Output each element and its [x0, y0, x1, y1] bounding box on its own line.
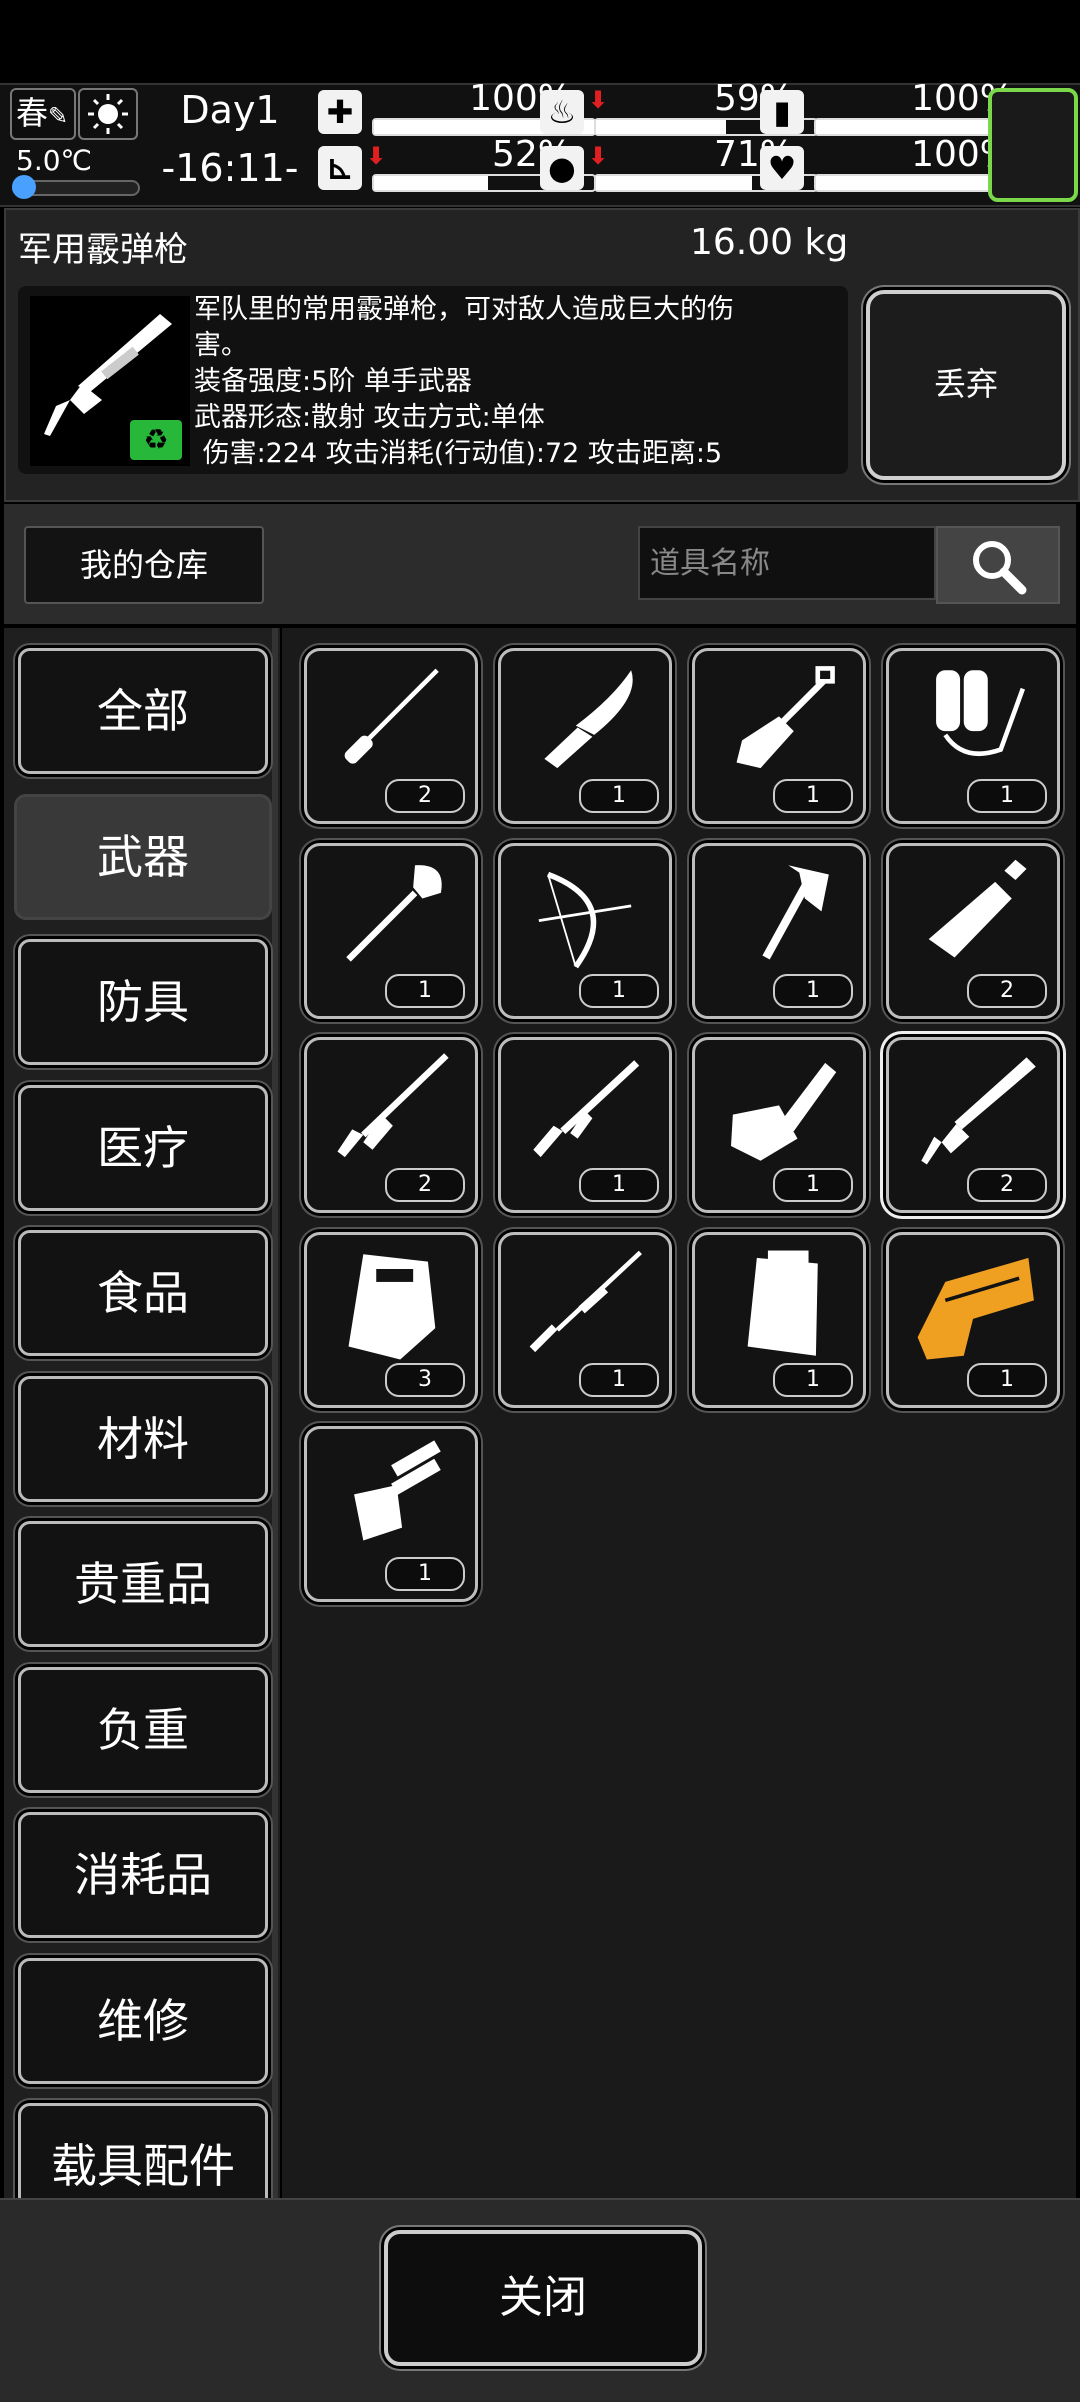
temperature-readout: 5.0℃ [16, 144, 92, 177]
item-count-badge: 1 [385, 973, 465, 1008]
item-count-badge: 1 [579, 973, 659, 1008]
item-damage-line: 伤害:224 攻击消耗(行动值):72 攻击距离:5 [194, 438, 723, 469]
category-tab[interactable]: 防具 [18, 939, 268, 1065]
shovel-icon [736, 666, 835, 769]
stomach-icon: ♨ [540, 90, 584, 134]
inventory-slot[interactable]: 1 [886, 1231, 1060, 1408]
category-tab[interactable]: 武器 [14, 793, 272, 920]
item-weapon-form-line: 武器形态:散射 攻击方式:单体 [194, 402, 545, 433]
inventory-slot[interactable]: 1 [692, 1037, 866, 1213]
item-count-badge: 1 [967, 1362, 1047, 1397]
inventory-slot[interactable]: 2 [304, 648, 478, 824]
riot-shield-icon [348, 1253, 436, 1359]
category-tab[interactable]: 维修 [18, 1957, 268, 2084]
compound-bow-icon [538, 871, 632, 968]
category-tab[interactable]: 全部 [18, 648, 268, 774]
item-count-badge: 1 [773, 1362, 853, 1397]
long-shovel-icon [346, 864, 442, 962]
item-count-badge: 2 [385, 1168, 465, 1202]
item-count-badge: 1 [579, 1362, 659, 1397]
search-button[interactable] [936, 526, 1060, 604]
shotgun-icon [921, 1057, 1036, 1165]
chainsaw-icon [731, 1062, 837, 1161]
item-count-badge: 2 [967, 1168, 1047, 1202]
inventory-slot[interactable]: 1 [498, 648, 672, 824]
search-icon [973, 541, 1027, 595]
rifle-icon [533, 1060, 640, 1158]
item-grade-line: 装备强度:5阶 单手武器 [194, 366, 472, 397]
water-drop-icon: ● [540, 146, 584, 190]
inventory-slot[interactable]: 1 [498, 842, 672, 1019]
category-tab[interactable]: 食品 [18, 1230, 268, 1356]
minigun-icon [354, 1440, 441, 1541]
medkit-icon: ✚ [318, 90, 362, 134]
item-description-line: 军队里的常用霰弹枪，可对敌人造成巨大的伤 [194, 294, 734, 325]
boot-icon: ⊾ [318, 146, 362, 190]
stat-value: 100% [911, 134, 1014, 175]
sun-icon [78, 88, 138, 140]
bayonet-icon [344, 668, 439, 764]
item-weight: 16.00 kg [690, 222, 849, 263]
category-tab[interactable]: 消耗品 [18, 1812, 268, 1938]
sword-icon [928, 859, 1027, 958]
season-badge: 春✎ [10, 88, 76, 140]
assault-rifle-icon [337, 1053, 449, 1158]
stat-bar-fill [596, 176, 753, 190]
item-count-badge: 1 [579, 1168, 659, 1202]
flamethrower-icon [936, 670, 1026, 757]
category-tab[interactable]: 医疗 [18, 1084, 268, 1211]
recycle-icon: ♻ [130, 420, 182, 460]
item-count-badge: 2 [967, 973, 1047, 1008]
discard-button[interactable]: 丢弃 [866, 290, 1066, 480]
close-button[interactable]: 关闭 [384, 2230, 702, 2366]
category-tab[interactable]: 材料 [18, 1375, 268, 1502]
item-count-badge: 1 [773, 973, 853, 1008]
feather-icon: ✎ [48, 102, 69, 130]
heart-icon: ♥ [760, 146, 804, 190]
inventory-slot[interactable]: 1 [304, 842, 478, 1019]
golden-gun-icon [917, 1257, 1034, 1359]
category-tab[interactable]: 负重 [18, 1666, 268, 1793]
item-count-badge: 3 [385, 1362, 465, 1397]
inventory-slot[interactable]: 1 [304, 1426, 478, 1602]
inventory-slot[interactable]: 1 [498, 1231, 672, 1408]
inventory-slot[interactable]: 1 [498, 1037, 672, 1213]
item-count-badge: 2 [385, 779, 465, 813]
item-count-badge: 1 [579, 779, 659, 813]
item-count-badge: 1 [773, 1168, 853, 1202]
stat-bar-fill [596, 120, 726, 134]
inventory-slot[interactable]: 2 [886, 842, 1060, 1019]
sniper-rifle-icon [529, 1250, 642, 1352]
inventory-slot[interactable]: 3 [304, 1231, 478, 1408]
inventory-slot[interactable]: 2 [304, 1037, 478, 1213]
item-count-badge: 1 [773, 779, 853, 813]
inventory-slot[interactable]: 1 [692, 842, 866, 1019]
thermometer-bulb [12, 175, 36, 199]
knife-icon [544, 670, 633, 769]
item-count-badge: 1 [385, 1557, 465, 1591]
day-label: Day1 [180, 88, 280, 132]
inventory-slot[interactable]: 1 [692, 1231, 866, 1408]
sidebar-scrollbar[interactable] [272, 628, 278, 2198]
item-search-input[interactable] [638, 526, 936, 600]
inventory-slot[interactable]: 1 [692, 648, 866, 824]
inventory-slot[interactable]: 1 [886, 648, 1060, 824]
stat-value: 100% [911, 78, 1014, 119]
item-name: 军用霰弹枪 [18, 230, 188, 270]
my-warehouse-button[interactable]: 我的仓库 [24, 526, 264, 604]
inventory-slot[interactable]: 2 [886, 1037, 1060, 1213]
time-label: -16:11- [161, 146, 299, 190]
item-count-badge: 1 [967, 779, 1047, 813]
category-tab[interactable]: 贵重品 [18, 1521, 268, 1647]
quick-slot[interactable] [988, 88, 1078, 202]
stat-bar-fill [374, 176, 489, 190]
heavy-shield-icon [747, 1250, 818, 1356]
item-description-line: 害。 [194, 330, 248, 361]
battery-icon: ▮ [760, 90, 804, 134]
axe-icon [762, 864, 829, 960]
